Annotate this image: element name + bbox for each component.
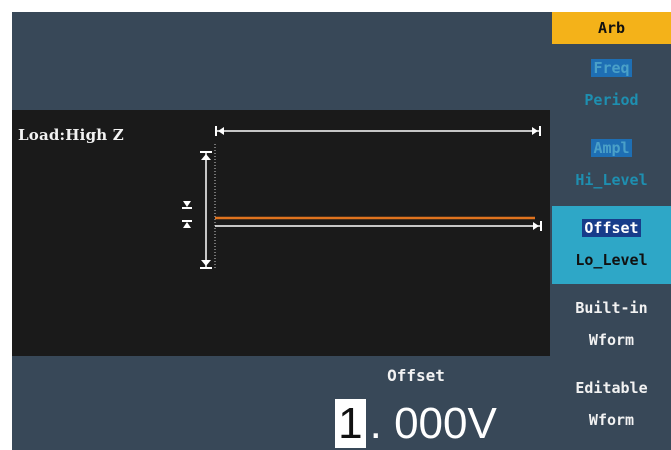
menu-item-ampl-hilevel[interactable]: Ampl Hi_Level	[552, 126, 671, 204]
value-cursor-digit[interactable]: 1	[335, 399, 366, 448]
parameter-value[interactable]: 1. 000V	[282, 396, 550, 450]
menu-item-freq-label: Freq	[591, 59, 632, 77]
info-panel-bottom	[12, 396, 280, 450]
menu-item-editable-wform-label: Wform	[588, 411, 635, 429]
menu-item-ampl-label: Ampl	[591, 139, 632, 157]
status-bar	[12, 12, 550, 108]
menu-item-hilevel-label: Hi_Level	[575, 171, 648, 189]
menu-item-builtin-wform[interactable]: Built-in Wform	[552, 286, 671, 364]
amplitude-arrow-up-icon	[201, 154, 211, 160]
value-rest: . 000V	[369, 399, 497, 448]
menu-item-editable-label: Editable	[575, 379, 648, 397]
generator-screen: Load:High Z Offset 1. 000V Arb Freq Peri…	[12, 12, 671, 450]
waveform-diagram	[182, 126, 542, 270]
amplitude-arrow-down-icon	[201, 260, 211, 266]
menu-item-offset-lolevel[interactable]: Offset Lo_Level	[552, 206, 671, 284]
menu-item-editable-wform[interactable]: Editable Wform	[552, 366, 671, 450]
menu-item-offset-label: Offset	[582, 219, 641, 237]
load-label: Load:High Z	[18, 126, 124, 144]
period-arrow-left-icon	[218, 127, 224, 135]
axis-arrow-right-icon	[533, 222, 539, 230]
period-arrow-right-icon	[532, 127, 538, 135]
offset-arrow-down-icon	[183, 201, 191, 207]
menu-item-period-label: Period	[584, 91, 639, 109]
menu-item-freq-period[interactable]: Freq Period	[552, 46, 671, 124]
menu-item-builtin-wform-label: Wform	[588, 331, 635, 349]
offset-arrow-up-icon	[183, 222, 191, 228]
soft-key-menu: Arb Freq Period Ampl Hi_Level Offset Lo_…	[552, 12, 671, 450]
waveform-display: Load:High Z	[12, 110, 550, 356]
menu-title: Arb	[552, 12, 671, 44]
parameter-name: Offset	[282, 358, 550, 394]
menu-item-builtin-label: Built-in	[575, 299, 648, 317]
info-panel-top	[12, 358, 280, 394]
menu-item-lolevel-label: Lo_Level	[575, 251, 648, 269]
